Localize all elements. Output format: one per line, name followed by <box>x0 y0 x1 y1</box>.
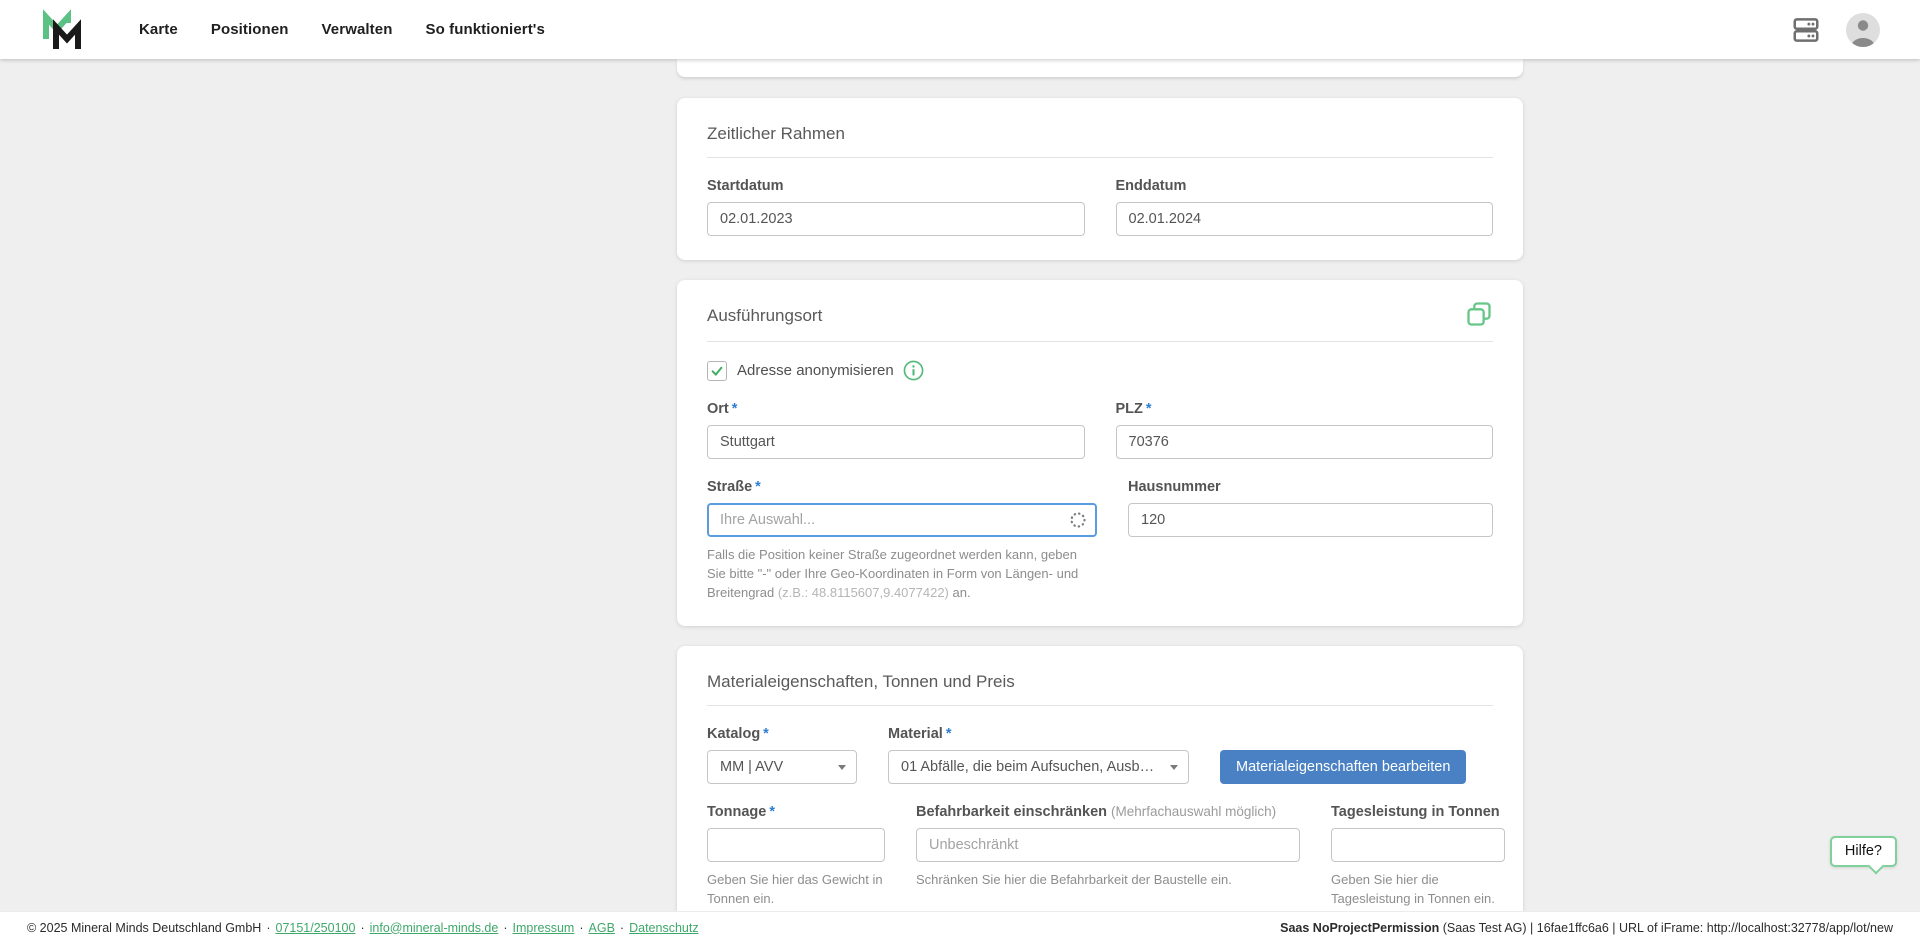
footer-session-info: Saas NoProjectPermission (Saas Test AG) … <box>1280 921 1893 935</box>
tagesleistung-input[interactable] <box>1331 828 1505 862</box>
app-footer: © 2025 Mineral Minds Deutschland GmbH · … <box>0 911 1920 943</box>
section-title: Ausführungsort <box>707 304 822 326</box>
strasse-label: Straße* <box>707 479 1097 495</box>
section-material: Materialeigenschaften, Tonnen und Preis … <box>677 646 1523 943</box>
plz-label: PLZ* <box>1116 401 1494 417</box>
befahrbarkeit-label: Befahrbarkeit einschränken (Mehrfachausw… <box>916 804 1300 820</box>
nav-item-verwalten[interactable]: Verwalten <box>322 21 393 38</box>
anonymize-address-checkbox[interactable] <box>707 361 727 381</box>
dns-icon[interactable] <box>1790 15 1822 45</box>
tonnage-label: Tonnage* <box>707 804 885 820</box>
required-asterisk: * <box>763 726 769 742</box>
nav-item-so-funktionierts[interactable]: So funktioniert's <box>425 21 544 38</box>
footer-link-impressum[interactable]: Impressum <box>513 921 575 935</box>
required-asterisk: * <box>769 804 775 820</box>
field-strasse: Straße* Falls die Position keiner Straße… <box>707 479 1097 602</box>
copyright-text: © 2025 Mineral Minds Deutschland GmbH <box>27 921 261 935</box>
tagesleistung-label: Tagesleistung in Tonnen <box>1331 804 1505 820</box>
header-actions <box>1790 13 1880 47</box>
footer-link-agb[interactable]: AGB <box>589 921 615 935</box>
field-hausnummer: Hausnummer <box>1128 479 1493 602</box>
enddatum-input[interactable] <box>1116 202 1494 236</box>
anonymize-address-label: Adresse anonymisieren <box>737 362 894 379</box>
section-title: Zeitlicher Rahmen <box>707 122 845 144</box>
strasse-input[interactable] <box>707 503 1097 537</box>
section-zeitlicher-rahmen: Zeitlicher Rahmen Startdatum Enddatum <box>677 98 1523 260</box>
material-select[interactable]: 01 Abfälle, die beim Aufsuchen, Ausbeute… <box>888 750 1189 784</box>
field-enddatum: Enddatum <box>1116 178 1494 236</box>
enddatum-label: Enddatum <box>1116 178 1494 194</box>
user-avatar-icon[interactable] <box>1846 13 1880 47</box>
section-title: Materialeigenschaften, Tonnen und Preis <box>707 670 1015 692</box>
loading-spinner-icon <box>1069 511 1087 529</box>
form-column: Zeitlicher Rahmen Startdatum Enddatum Au… <box>677 59 1523 943</box>
katalog-label: Katalog* <box>707 726 857 742</box>
mineral-minds-logo[interactable] <box>42 9 82 51</box>
checkmark-icon <box>710 364 724 378</box>
field-befahrbarkeit: Befahrbarkeit einschränken (Mehrfachausw… <box>916 804 1300 908</box>
field-startdatum: Startdatum <box>707 178 1085 236</box>
required-asterisk: * <box>946 726 952 742</box>
required-asterisk: * <box>1146 401 1152 417</box>
hausnummer-label: Hausnummer <box>1128 479 1493 495</box>
chevron-down-icon <box>1170 765 1178 770</box>
main-nav: Karte Positionen Verwalten So funktionie… <box>139 21 545 38</box>
befahrbarkeit-input[interactable] <box>916 828 1300 862</box>
material-label: Material* <box>888 726 1189 742</box>
field-tonnage: Tonnage* Geben Sie hier das Gewicht in T… <box>707 804 885 908</box>
footer-link-phone[interactable]: 07151/250100 <box>276 921 356 935</box>
help-button[interactable]: Hilfe? <box>1830 836 1897 867</box>
footer-legal: © 2025 Mineral Minds Deutschland GmbH · … <box>27 921 699 935</box>
befahrbarkeit-hint: Schränken Sie hier die Befahrbarkeit der… <box>916 870 1300 889</box>
ort-input[interactable] <box>707 425 1085 459</box>
strasse-hint: Falls die Position keiner Straße zugeord… <box>707 545 1097 602</box>
startdatum-label: Startdatum <box>707 178 1085 194</box>
anonymize-address-row: Adresse anonymisieren <box>707 360 1493 381</box>
ort-label: Ort* <box>707 401 1085 417</box>
katalog-select[interactable]: MM | AVV <box>707 750 857 784</box>
info-icon[interactable] <box>903 360 924 381</box>
hausnummer-input[interactable] <box>1128 503 1493 537</box>
chevron-down-icon <box>838 765 846 770</box>
plz-input[interactable] <box>1116 425 1494 459</box>
tagesleistung-hint: Geben Sie hier die Tagesleistung in Tonn… <box>1331 870 1505 908</box>
field-tagesleistung: Tagesleistung in Tonnen Geben Sie hier d… <box>1331 804 1505 908</box>
startdatum-input[interactable] <box>707 202 1085 236</box>
field-ort: Ort* <box>707 401 1085 459</box>
field-katalog: Katalog* MM | AVV <box>707 726 857 784</box>
required-asterisk: * <box>732 401 738 417</box>
tonnage-hint: Geben Sie hier das Gewicht in Tonnen ein… <box>707 870 885 908</box>
footer-link-email[interactable]: info@mineral-minds.de <box>370 921 499 935</box>
copy-icon[interactable] <box>1465 300 1493 328</box>
field-material: Material* 01 Abfälle, die beim Aufsuchen… <box>888 726 1189 784</box>
previous-section-card-bottom <box>677 59 1523 77</box>
nav-item-positionen[interactable]: Positionen <box>211 21 289 38</box>
field-plz: PLZ* <box>1116 401 1494 459</box>
section-ausfuehrungsort: Ausführungsort Adresse anonymisieren <box>677 280 1523 626</box>
nav-item-karte[interactable]: Karte <box>139 21 178 38</box>
footer-link-datenschutz[interactable]: Datenschutz <box>629 921 698 935</box>
tonnage-input[interactable] <box>707 828 885 862</box>
speech-bubble-tail <box>1868 858 1885 875</box>
app-header: Karte Positionen Verwalten So funktionie… <box>0 0 1920 59</box>
edit-material-properties-button[interactable]: Materialeigenschaften bearbeiten <box>1220 750 1466 784</box>
required-asterisk: * <box>755 479 761 495</box>
